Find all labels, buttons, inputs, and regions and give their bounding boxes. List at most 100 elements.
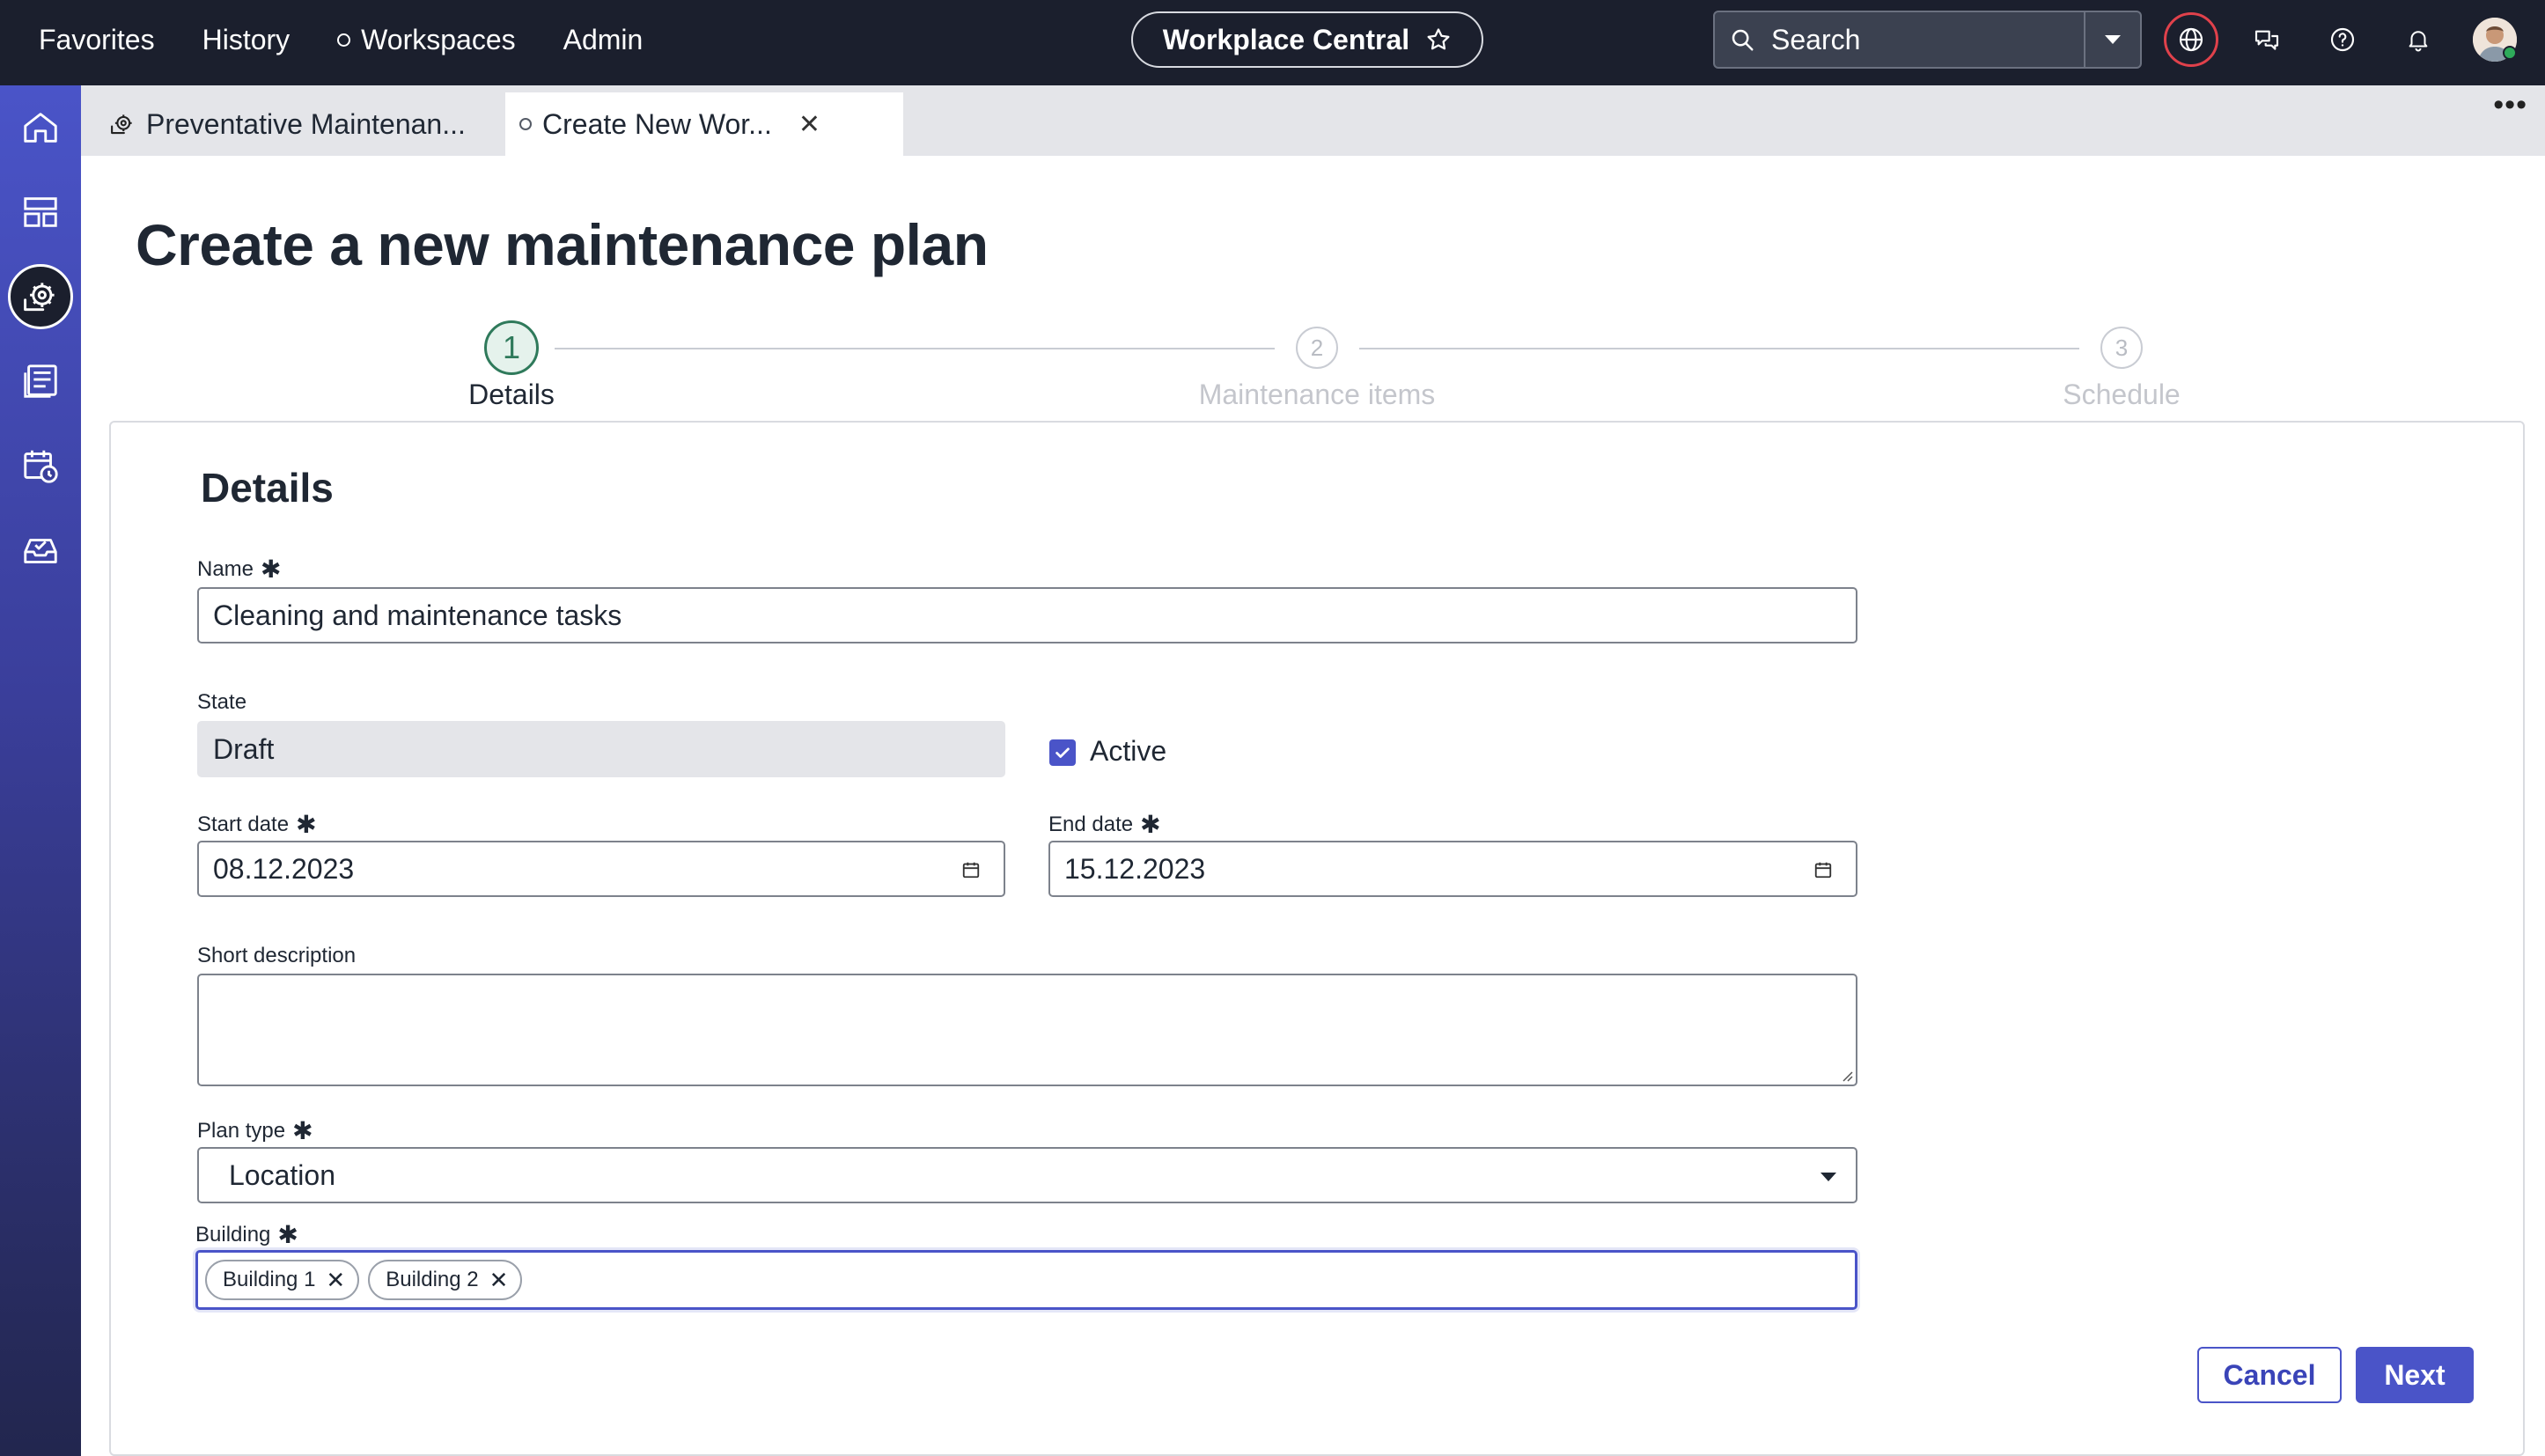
state-value: Draft [213,732,275,765]
tag-chip: Building 2 ✕ [368,1260,523,1300]
top-bar: Favorites History Workspaces Admin Workp… [0,0,2545,85]
tag-label: Building 2 [386,1268,479,1291]
step-1-indicator[interactable]: 1 [484,320,539,375]
state-field: Draft [197,721,1005,777]
building-multiselect[interactable]: Building 1 ✕ Building 2 ✕ [195,1250,1857,1310]
tab-preventative-maintenance[interactable]: Preventative Maintenan... [95,92,504,156]
building-label: Building ✱ [195,1220,298,1249]
end-date-label: End date ✱ [1048,810,1161,839]
more-options-icon[interactable]: ••• [2493,88,2527,122]
workspace-circle-icon [337,33,351,47]
page-title: Create a new maintenance plan [136,212,989,277]
start-date-label: Start date ✱ [197,810,317,839]
step-number: 3 [2115,334,2129,361]
step-2-indicator[interactable]: 2 [1296,327,1338,369]
star-icon[interactable] [1425,26,1452,53]
step-1-label: Details [468,379,555,410]
tag-label: Building 1 [223,1268,316,1291]
maintenance-gear-icon [24,283,55,312]
nav-admin[interactable]: Admin [563,24,644,56]
close-icon[interactable]: ✕ [798,109,820,140]
rail-home[interactable] [0,92,81,163]
end-date-value: 15.12.2023 [1064,852,1206,885]
dashboard-icon [24,197,57,227]
rail-maintenance[interactable] [0,261,81,332]
step-3-indicator[interactable]: 3 [2100,327,2143,369]
required-asterisk-icon: ✱ [296,811,317,838]
active-checkbox[interactable] [1049,739,1076,766]
state-label: State [197,690,247,714]
end-date-field[interactable]: 15.12.2023 [1048,841,1857,897]
app-title: Workplace Central [1162,23,1410,55]
calendar-icon[interactable] [961,860,981,879]
stepper-connector [555,348,1275,349]
inbox-check-icon [24,539,57,563]
required-asterisk-icon: ✱ [1140,811,1161,838]
resize-handle-icon[interactable] [1839,1068,1853,1082]
top-icons [2164,12,2446,67]
step-2-label: Maintenance items [1198,379,1436,410]
step-number: 2 [1310,334,1324,361]
chat-button[interactable] [2240,12,2294,67]
checkmark-icon [1056,747,1070,758]
globe-icon [2179,27,2203,52]
tab-label: Create New Wor... [542,107,772,140]
help-icon [2330,27,2355,52]
nav-workspaces-label: Workspaces [361,23,516,55]
nav-history[interactable]: History [202,24,291,56]
required-asterisk-icon: ✱ [292,1117,313,1144]
name-value: Cleaning and maintenance tasks [213,599,622,631]
name-field[interactable]: Cleaning and maintenance tasks [197,587,1857,643]
app-title-pill[interactable]: Workplace Central [1131,11,1483,68]
side-rail [0,85,81,1456]
required-asterisk-icon: ✱ [261,555,282,583]
unsaved-dot-icon [519,118,532,130]
calendar-clock-icon [24,450,58,483]
home-icon [24,113,57,143]
bell-icon [2409,31,2428,52]
end-date-label-text: End date [1048,812,1134,836]
next-button[interactable]: Next [2356,1347,2474,1403]
notifications-button[interactable] [2391,12,2446,67]
tab-label: Preventative Maintenan... [146,107,466,140]
global-search: Search [1713,11,2142,69]
short-description-textarea[interactable] [197,974,1857,1086]
cancel-button[interactable]: Cancel [2197,1347,2342,1403]
rail-calendar[interactable] [0,430,81,501]
required-asterisk-icon: ✱ [277,1221,298,1248]
remove-tag-icon[interactable]: ✕ [489,1267,509,1294]
search-icon [1732,29,1754,51]
step-number: 1 [502,329,521,365]
top-nav: Favorites History Workspaces Admin [39,0,643,79]
chat-icon [2254,30,2279,50]
search-placeholder: Search [1771,23,1861,55]
globe-button[interactable] [2164,12,2218,67]
caret-down-icon [1820,1173,1836,1181]
start-date-label-text: Start date [197,812,290,836]
plan-type-label-text: Plan type [197,1118,286,1143]
rail-list[interactable] [0,346,81,416]
tab-strip: Preventative Maintenan... Create New Wor… [81,85,2545,156]
plan-type-value: Location [229,1158,335,1191]
step-3-label: Schedule [2063,379,2181,410]
rail-active-indicator [8,264,73,329]
section-title: Details [201,465,334,511]
short-description-label: Short description [197,944,357,967]
tab-create-new-work[interactable]: Create New Wor... ✕ [505,92,903,156]
remove-tag-icon[interactable]: ✕ [326,1267,345,1294]
nav-favorites[interactable]: Favorites [39,24,155,56]
rail-inbox[interactable] [0,515,81,585]
stepper-connector [1359,348,2079,349]
name-label: Name ✱ [197,555,282,584]
rail-dashboard[interactable] [0,177,81,247]
nav-workspaces[interactable]: Workspaces [337,23,516,56]
search-scope-dropdown[interactable] [2084,12,2140,67]
help-button[interactable] [2315,12,2370,67]
calendar-icon[interactable] [1813,860,1833,879]
plan-type-select[interactable]: Location [197,1147,1857,1203]
tag-chip: Building 1 ✕ [205,1260,360,1300]
search-input[interactable]: Search [1715,12,2084,67]
name-label-text: Name [197,556,254,581]
start-date-field[interactable]: 08.12.2023 [197,841,1005,897]
document-list-icon [24,364,57,398]
